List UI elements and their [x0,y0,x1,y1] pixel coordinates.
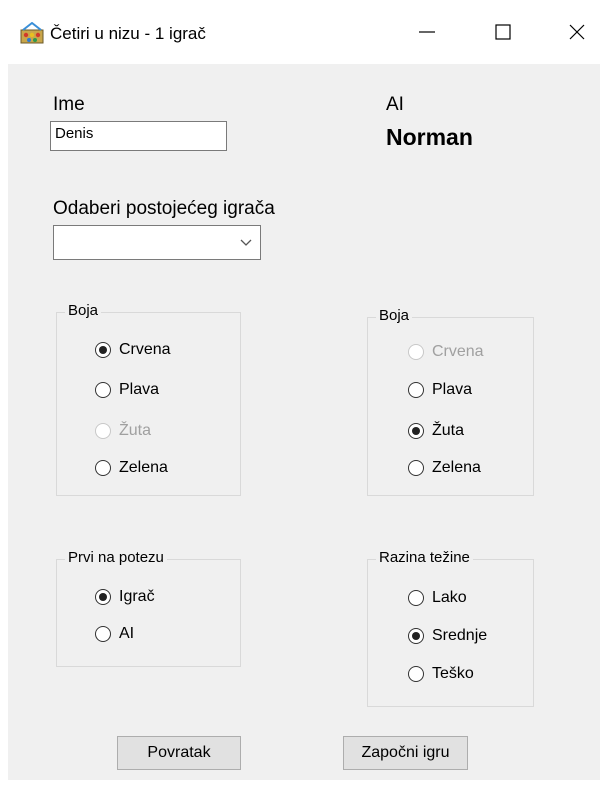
first-move-title: Prvi na potezu [65,549,167,566]
radio-icon [408,344,424,360]
radio-icon [408,590,424,606]
radio-icon [95,460,111,476]
minimize-icon [419,31,435,33]
radio-label: Plava [432,381,473,398]
maximize-icon [495,24,511,40]
radio-label: Teško [432,665,474,682]
first-move-group: Prvi na potezu Igrač AI [56,549,241,667]
radio-icon [95,626,111,642]
player-color-zelena-radio[interactable]: Zelena [95,459,168,477]
difficulty-title: Razina težine [376,549,473,566]
player-color-plava-radio[interactable]: Plava [95,381,159,399]
close-icon [569,24,585,40]
ai-name: Norman [386,124,473,150]
radio-label: AI [119,625,135,642]
player-color-crvena-radio[interactable]: Crvena [95,341,171,359]
difficulty-lako-radio[interactable]: Lako [408,589,467,607]
chevron-down-icon [240,239,252,246]
radio-icon [95,382,111,398]
radio-icon [408,460,424,476]
minimize-button[interactable] [404,12,450,52]
radio-label: Crvena [432,343,484,360]
radio-label: Igrač [119,588,155,605]
game-app-icon [20,22,44,44]
ai-color-plava-radio[interactable]: Plava [408,381,472,399]
difficulty-srednje-radio[interactable]: Srednje [408,627,487,645]
first-move-ai-radio[interactable]: AI [95,625,134,643]
radio-label: Žuta [119,422,152,439]
ai-label: AI [386,94,404,115]
form-client-area: Ime Denis AI Norman Odaberi postojećeg i… [8,64,600,780]
name-input[interactable]: Denis [50,121,227,151]
select-player-dropdown[interactable] [53,225,261,260]
radio-label: Zelena [119,459,168,476]
radio-checked-icon [408,628,424,644]
radio-icon [408,666,424,682]
back-button[interactable]: Povratak [117,736,241,770]
close-button[interactable] [554,12,600,52]
radio-label: Zelena [432,459,481,476]
name-label: Ime [53,94,85,115]
ai-color-zelena-radio[interactable]: Zelena [408,459,481,477]
radio-checked-icon [408,423,424,439]
difficulty-group: Razina težine Lako Srednje Teško [367,549,534,707]
radio-icon [408,382,424,398]
ai-color-title: Boja [376,307,413,324]
select-player-label: Odaberi postojećeg igrača [53,198,275,219]
radio-checked-icon [95,342,111,358]
ai-color-crvena-radio: Crvena [408,343,484,361]
ai-color-group: Boja Crvena Plava Žuta Zelena [367,307,534,496]
player-color-zuta-radio: Žuta [95,422,151,440]
radio-label: Žuta [432,422,465,439]
radio-label: Lako [432,589,467,606]
radio-label: Srednje [432,627,488,644]
first-move-igrac-radio[interactable]: Igrač [95,588,155,606]
maximize-button[interactable] [480,12,526,52]
radio-label: Plava [119,381,160,398]
ai-color-zuta-radio[interactable]: Žuta [408,422,464,440]
radio-checked-icon [95,589,111,605]
window-title: Četiri u nizu - 1 igrač [50,24,206,43]
start-game-button[interactable]: Započni igru [343,736,468,770]
radio-label: Crvena [119,341,171,358]
player-color-title: Boja [65,302,102,319]
title-bar: Četiri u nizu - 1 igrač [0,0,608,64]
difficulty-tesko-radio[interactable]: Teško [408,665,474,683]
radio-icon [95,423,111,439]
player-color-group: Boja Crvena Plava Žuta Zelena [56,302,241,496]
